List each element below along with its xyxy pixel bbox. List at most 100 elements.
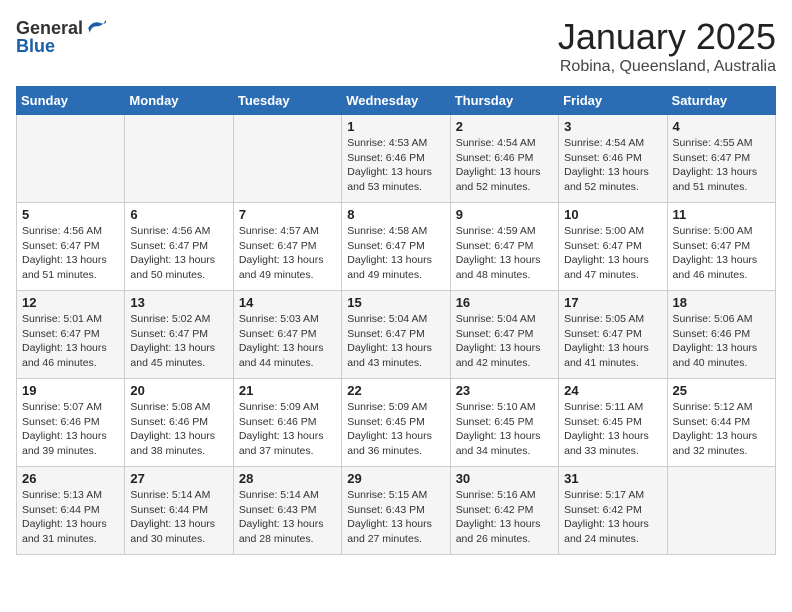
table-row: 27 Sunrise: 5:14 AMSunset: 6:44 PMDayligh…	[125, 467, 233, 555]
col-sunday: Sunday	[17, 87, 125, 115]
day-number: 27	[130, 471, 227, 486]
logo: General Blue	[16, 16, 109, 57]
day-number: 13	[130, 295, 227, 310]
day-number: 1	[347, 119, 444, 134]
day-info: Sunrise: 5:05 AMSunset: 6:47 PMDaylight:…	[564, 312, 661, 371]
day-info: Sunrise: 4:56 AMSunset: 6:47 PMDaylight:…	[22, 224, 119, 283]
calendar-title: January 2025	[558, 16, 776, 58]
day-number: 16	[456, 295, 553, 310]
table-row: 24Sunrise: 5:11 AMSunset: 6:45 PMDayligh…	[559, 379, 667, 467]
day-number: 18	[673, 295, 770, 310]
day-number: 3	[564, 119, 661, 134]
day-info: Sunrise: 5:04 AMSunset: 6:47 PMDaylight:…	[347, 312, 444, 371]
day-number: 28	[239, 471, 336, 486]
day-number: 29	[347, 471, 444, 486]
logo-bird-icon	[85, 16, 109, 40]
calendar-subtitle: Robina, Queensland, Australia	[558, 58, 776, 76]
table-row: 13 Sunrise: 5:02 AMSunset: 6:47 PMDayligh…	[125, 291, 233, 379]
table-row: 31Sunrise: 5:17 AMSunset: 6:42 PMDayligh…	[559, 467, 667, 555]
day-info: Sunrise: 5:00 AMSunset: 6:47 PMDaylight:…	[673, 224, 770, 283]
day-number: 12	[22, 295, 119, 310]
day-number: 15	[347, 295, 444, 310]
table-row	[17, 115, 125, 203]
day-info: Sunrise: 5:13 AMSunset: 6:44 PMDaylight:…	[22, 488, 119, 547]
day-info: Sunrise: 4:54 AMSunset: 6:46 PMDaylight:…	[564, 136, 661, 195]
table-row: 2 Sunrise: 4:54 AMSunset: 6:46 PMDaylight…	[450, 115, 558, 203]
day-number: 25	[673, 383, 770, 398]
day-info: Sunrise: 5:12 AMSunset: 6:44 PMDaylight:…	[673, 400, 770, 459]
table-row: 15 Sunrise: 5:04 AMSunset: 6:47 PMDayligh…	[342, 291, 450, 379]
day-number: 20	[130, 383, 227, 398]
table-row: 28 Sunrise: 5:14 AMSunset: 6:43 PMDayligh…	[233, 467, 341, 555]
title-block: January 2025 Robina, Queensland, Austral…	[558, 16, 776, 76]
day-info: Sunrise: 5:15 AMSunset: 6:43 PMDaylight:…	[347, 488, 444, 547]
table-row: 19Sunrise: 5:07 AMSunset: 6:46 PMDayligh…	[17, 379, 125, 467]
day-number: 8	[347, 207, 444, 222]
day-info: Sunrise: 5:10 AMSunset: 6:45 PMDaylight:…	[456, 400, 553, 459]
col-tuesday: Tuesday	[233, 87, 341, 115]
table-row: 10 Sunrise: 5:00 AMSunset: 6:47 PMDayligh…	[559, 203, 667, 291]
day-number: 17	[564, 295, 661, 310]
table-row: 29 Sunrise: 5:15 AMSunset: 6:43 PMDayligh…	[342, 467, 450, 555]
table-row: 23 Sunrise: 5:10 AMSunset: 6:45 PMDayligh…	[450, 379, 558, 467]
table-row: 11 Sunrise: 5:00 AMSunset: 6:47 PMDayligh…	[667, 203, 775, 291]
table-row: 22 Sunrise: 5:09 AMSunset: 6:45 PMDayligh…	[342, 379, 450, 467]
day-number: 4	[673, 119, 770, 134]
day-info: Sunrise: 5:02 AMSunset: 6:47 PMDaylight:…	[130, 312, 227, 371]
day-info: Sunrise: 5:14 AMSunset: 6:44 PMDaylight:…	[130, 488, 227, 547]
day-number: 5	[22, 207, 119, 222]
table-row: 6Sunrise: 4:56 AMSunset: 6:47 PMDaylight…	[125, 203, 233, 291]
day-info: Sunrise: 5:06 AMSunset: 6:46 PMDaylight:…	[673, 312, 770, 371]
day-number: 23	[456, 383, 553, 398]
calendar-header-row: Sunday Monday Tuesday Wednesday Thursday…	[17, 87, 776, 115]
page-header: General Blue January 2025 Robina, Queens…	[16, 16, 776, 76]
day-info: Sunrise: 5:03 AMSunset: 6:47 PMDaylight:…	[239, 312, 336, 371]
calendar-table: Sunday Monday Tuesday Wednesday Thursday…	[16, 86, 776, 555]
col-wednesday: Wednesday	[342, 87, 450, 115]
col-thursday: Thursday	[450, 87, 558, 115]
day-number: 21	[239, 383, 336, 398]
day-number: 10	[564, 207, 661, 222]
day-number: 11	[673, 207, 770, 222]
table-row: 30 Sunrise: 5:16 AMSunset: 6:42 PMDayligh…	[450, 467, 558, 555]
day-info: Sunrise: 4:53 AMSunset: 6:46 PMDaylight:…	[347, 136, 444, 195]
calendar-week-row: 5 Sunrise: 4:56 AMSunset: 6:47 PMDaylight…	[17, 203, 776, 291]
table-row: 17 Sunrise: 5:05 AMSunset: 6:47 PMDayligh…	[559, 291, 667, 379]
col-monday: Monday	[125, 87, 233, 115]
day-info: Sunrise: 5:16 AMSunset: 6:42 PMDaylight:…	[456, 488, 553, 547]
table-row: 26 Sunrise: 5:13 AMSunset: 6:44 PMDayligh…	[17, 467, 125, 555]
day-info: Sunrise: 5:09 AMSunset: 6:45 PMDaylight:…	[347, 400, 444, 459]
day-number: 26	[22, 471, 119, 486]
table-row: 4Sunrise: 4:55 AMSunset: 6:47 PMDaylight…	[667, 115, 775, 203]
day-info: Sunrise: 4:58 AMSunset: 6:47 PMDaylight:…	[347, 224, 444, 283]
col-saturday: Saturday	[667, 87, 775, 115]
calendar-week-row: 12 Sunrise: 5:01 AMSunset: 6:47 PMDayligh…	[17, 291, 776, 379]
day-number: 24	[564, 383, 661, 398]
table-row: 5 Sunrise: 4:56 AMSunset: 6:47 PMDaylight…	[17, 203, 125, 291]
table-row: 12 Sunrise: 5:01 AMSunset: 6:47 PMDayligh…	[17, 291, 125, 379]
day-info: Sunrise: 5:01 AMSunset: 6:47 PMDaylight:…	[22, 312, 119, 371]
table-row: 21 Sunrise: 5:09 AMSunset: 6:46 PMDayligh…	[233, 379, 341, 467]
day-info: Sunrise: 5:00 AMSunset: 6:47 PMDaylight:…	[564, 224, 661, 283]
day-number: 22	[347, 383, 444, 398]
day-info: Sunrise: 5:14 AMSunset: 6:43 PMDaylight:…	[239, 488, 336, 547]
day-number: 30	[456, 471, 553, 486]
table-row	[667, 467, 775, 555]
calendar-week-row: 26 Sunrise: 5:13 AMSunset: 6:44 PMDayligh…	[17, 467, 776, 555]
day-info: Sunrise: 4:59 AMSunset: 6:47 PMDaylight:…	[456, 224, 553, 283]
day-number: 7	[239, 207, 336, 222]
table-row	[125, 115, 233, 203]
day-number: 2	[456, 119, 553, 134]
table-row: 25 Sunrise: 5:12 AMSunset: 6:44 PMDayligh…	[667, 379, 775, 467]
day-number: 19	[22, 383, 119, 398]
day-number: 9	[456, 207, 553, 222]
day-info: Sunrise: 5:09 AMSunset: 6:46 PMDaylight:…	[239, 400, 336, 459]
day-info: Sunrise: 4:54 AMSunset: 6:46 PMDaylight:…	[456, 136, 553, 195]
day-info: Sunrise: 5:04 AMSunset: 6:47 PMDaylight:…	[456, 312, 553, 371]
table-row: 3 Sunrise: 4:54 AMSunset: 6:46 PMDaylight…	[559, 115, 667, 203]
day-number: 31	[564, 471, 661, 486]
calendar-week-row: 19Sunrise: 5:07 AMSunset: 6:46 PMDayligh…	[17, 379, 776, 467]
table-row: 9 Sunrise: 4:59 AMSunset: 6:47 PMDaylight…	[450, 203, 558, 291]
day-info: Sunrise: 5:08 AMSunset: 6:46 PMDaylight:…	[130, 400, 227, 459]
table-row: 16 Sunrise: 5:04 AMSunset: 6:47 PMDayligh…	[450, 291, 558, 379]
